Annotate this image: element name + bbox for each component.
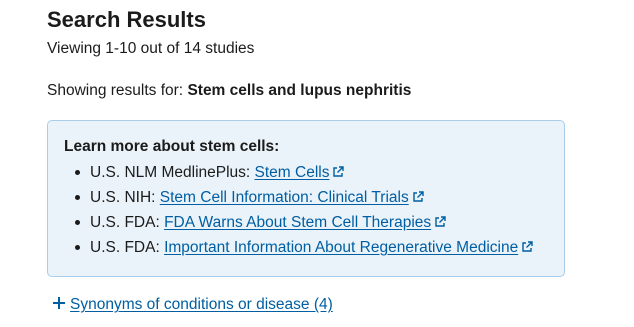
search-results-page: Search Results Viewing 1-10 out of 14 st… bbox=[0, 0, 634, 327]
page-title: Search Results bbox=[47, 7, 206, 32]
results-count: Viewing 1-10 out of 14 studies bbox=[47, 40, 255, 57]
synonyms-label: Synonyms of conditions or disease (4) bbox=[70, 296, 333, 313]
regenerative-medicine-link[interactable]: Important Information About Regenerative… bbox=[164, 239, 533, 256]
link-source: U.S. NLM MedlinePlus: bbox=[90, 164, 255, 181]
list-item: U.S. FDA: FDA Warns About Stem Cell Ther… bbox=[64, 213, 533, 238]
stem-cell-info-box: Learn more about stem cells: U.S. NLM Me… bbox=[47, 120, 565, 277]
plus-icon bbox=[53, 297, 65, 309]
query-prefix: Showing results for: bbox=[47, 82, 188, 99]
external-link-icon bbox=[522, 241, 533, 252]
link-source: U.S. FDA: bbox=[90, 239, 165, 256]
link-text: Important Information About Regenerative… bbox=[164, 239, 519, 256]
external-link-icon bbox=[413, 191, 424, 202]
list-item: U.S. NIH: Stem Cell Information: Clinica… bbox=[64, 188, 533, 213]
link-source: U.S. NIH: bbox=[90, 189, 160, 206]
bullet bbox=[75, 170, 80, 175]
link-text: Stem Cells bbox=[254, 164, 330, 181]
bullet bbox=[75, 195, 80, 200]
link-text: FDA Warns About Stem Cell Therapies bbox=[164, 214, 432, 231]
synonyms-toggle[interactable]: Synonyms of conditions or disease (4) bbox=[52, 295, 333, 315]
link-text: Stem Cell Information: Clinical Trials bbox=[159, 189, 409, 206]
query-term: Stem cells and lupus nephritis bbox=[187, 82, 412, 99]
list-item: U.S. FDA: Important Information About Re… bbox=[64, 238, 533, 263]
info-link-list: U.S. NLM MedlinePlus: Stem Cells U.S. NI… bbox=[64, 163, 533, 263]
clinical-trials-link[interactable]: Stem Cell Information: Clinical Trials bbox=[160, 189, 424, 206]
list-item: U.S. NLM MedlinePlus: Stem Cells bbox=[64, 163, 533, 188]
bullet bbox=[75, 220, 80, 225]
external-link-icon bbox=[333, 166, 345, 177]
info-box-heading: Learn more about stem cells: bbox=[64, 138, 280, 155]
bullet bbox=[75, 245, 80, 250]
fda-warns-link[interactable]: FDA Warns About Stem Cell Therapies bbox=[164, 214, 446, 231]
external-link-icon bbox=[435, 216, 446, 227]
stem-cells-link[interactable]: Stem Cells bbox=[255, 164, 345, 181]
link-source: U.S. FDA: bbox=[90, 214, 165, 231]
query-summary: Showing results for: Stem cells and lupu… bbox=[47, 81, 411, 101]
